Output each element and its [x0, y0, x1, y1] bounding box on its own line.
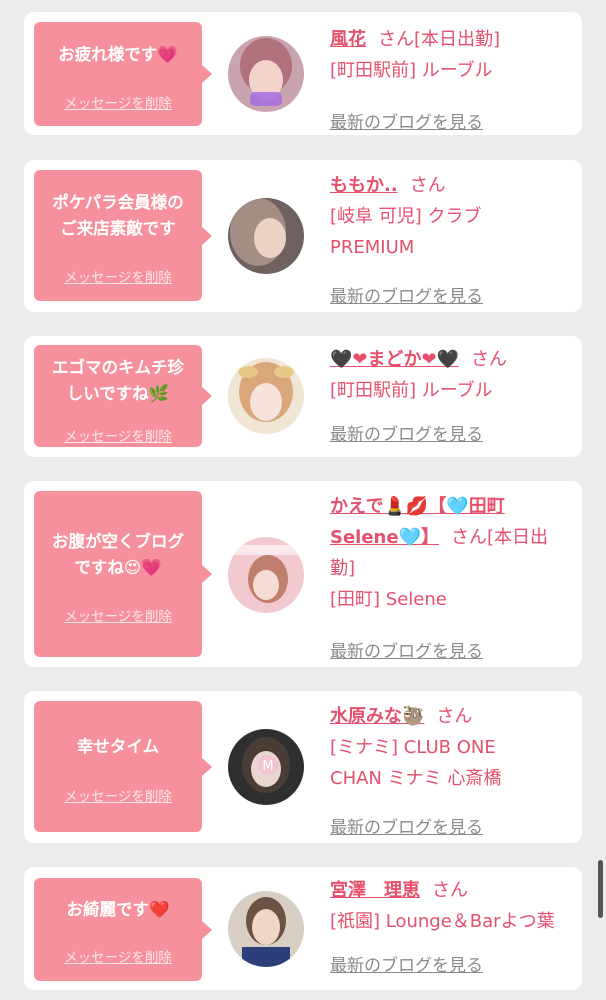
cast-info: 宮澤 理恵 さん [祇園] Lounge＆Barよつ葉 最新のブログを見る — [330, 875, 572, 976]
latest-blog-link[interactable]: 最新のブログを見る — [330, 637, 483, 668]
message-bubble: お腹が空くブログ ですね😍💗 メッセージを削除 — [34, 491, 212, 657]
san-suffix: さん — [378, 29, 414, 50]
shop-text: CHAN ミナミ 心斎橋 — [330, 768, 502, 789]
cast-info: 風花 さん[本日出勤] [町田駅前] ルーブル 最新のブログを見る — [330, 24, 572, 133]
latest-blog-link[interactable]: 最新のブログを見る — [330, 951, 483, 982]
latest-blog-link[interactable]: 最新のブログを見る — [330, 813, 483, 844]
avatar[interactable]: M — [228, 729, 304, 805]
cast-name-link[interactable]: かえで💄💋【🩵田町 — [330, 496, 505, 517]
avatar[interactable] — [228, 537, 304, 613]
message-bubble: ポケパラ会員様の ご来店素敵です メッセージを削除 — [34, 170, 212, 301]
latest-blog-link[interactable]: 最新のブログを見る — [330, 420, 483, 451]
san-suffix: さん — [409, 175, 446, 196]
message-text: エゴマのキムチ珍 しいですね🌿 — [52, 358, 184, 403]
message-card: お綺麗です❤️ メッセージを削除 宮澤 理恵 さん [祇園] Lounge＆Bar… — [24, 867, 582, 990]
message-bubble: 幸せタイム メッセージを削除 — [34, 701, 212, 832]
message-text: 幸せタイム — [76, 737, 160, 756]
delete-message-link[interactable]: メッセージを削除 — [34, 605, 202, 625]
latest-blog-link[interactable]: 最新のブログを見る — [330, 108, 483, 139]
shop-text: [祇園] Lounge＆Barよつ葉 — [330, 911, 555, 932]
message-card: ポケパラ会員様の ご来店素敵です メッセージを削除 ももか.. さん [岐阜 可児]… — [24, 160, 582, 312]
scrollbar[interactable] — [598, 860, 603, 918]
status-text: 勤] — [330, 558, 356, 579]
message-text: お綺麗です❤️ — [66, 900, 170, 919]
message-bubble: お綺麗です❤️ メッセージを削除 — [34, 878, 212, 981]
avatar[interactable] — [228, 36, 304, 112]
avatar[interactable] — [228, 198, 304, 274]
message-card: エゴマのキムチ珍 しいですね🌿 メッセージを削除 🖤❤まどか❤🖤 さん [町田駅前]… — [24, 336, 582, 457]
cast-name-link[interactable]: 水原みな🦥 — [330, 706, 424, 727]
delete-message-link[interactable]: メッセージを削除 — [34, 785, 202, 805]
cast-name-link[interactable]: 風花 — [330, 29, 366, 50]
message-bubble: お疲れ様です💗 メッセージを削除 — [34, 22, 212, 126]
delete-message-link[interactable]: メッセージを削除 — [34, 425, 202, 445]
delete-message-link[interactable]: メッセージを削除 — [34, 92, 202, 112]
san-suffix: さん — [471, 349, 507, 370]
avatar[interactable] — [228, 358, 304, 434]
delete-message-link[interactable]: メッセージを削除 — [34, 946, 202, 966]
message-card: お疲れ様です💗 メッセージを削除 風花 さん[本日出勤] [町田駅前] ルーブル … — [24, 12, 582, 135]
shop-text: [町田駅前] ルーブル — [330, 60, 493, 81]
shop-text: [ミナミ] CLUB ONE — [330, 737, 496, 758]
message-text: お疲れ様です💗 — [58, 45, 178, 64]
cast-name-link[interactable]: Selene🩵】 — [330, 527, 439, 548]
cast-info: 水原みな🦥 さん [ミナミ] CLUB ONE CHAN ミナミ 心斎橋 最新のブ… — [330, 701, 572, 838]
message-card: 幸せタイム メッセージを削除 M 水原みな🦥 さん [ミナミ] CLUB ONE … — [24, 691, 582, 843]
shop-text: [田町] Selene — [330, 589, 447, 610]
status-text: [本日出 — [486, 527, 549, 548]
message-text: お腹が空くブログ ですね😍💗 — [52, 532, 184, 577]
latest-blog-link[interactable]: 最新のブログを見る — [330, 282, 483, 313]
cast-name-link[interactable]: 🖤❤まどか❤🖤 — [330, 349, 459, 370]
cast-info: 🖤❤まどか❤🖤 さん [町田駅前] ルーブル 最新のブログを見る — [330, 344, 572, 445]
delete-message-link[interactable]: メッセージを削除 — [34, 266, 202, 286]
status-text: [本日出勤] — [414, 29, 501, 50]
shop-text: [町田駅前] ルーブル — [330, 380, 493, 401]
cast-info: ももか.. さん [岐阜 可児] クラブ PREMIUM 最新のブログを見る — [330, 170, 572, 307]
avatar[interactable] — [228, 891, 304, 967]
cast-name-link[interactable]: ももか.. — [330, 175, 398, 196]
message-text: ポケパラ会員様の ご来店素敵です — [52, 193, 184, 238]
cast-name-link[interactable]: 宮澤 理恵 — [330, 880, 420, 901]
san-suffix: さん — [436, 706, 473, 727]
message-card: お腹が空くブログ ですね😍💗 メッセージを削除 かえで💄💋【🩵田町 Selene🩵… — [24, 481, 582, 667]
san-suffix: さん — [450, 527, 487, 548]
svg-text:M: M — [262, 759, 273, 774]
cast-info: かえで💄💋【🩵田町 Selene🩵】 さん[本日出 勤] [田町] Selene … — [330, 491, 572, 662]
shop-text: [岐阜 可児] クラブ — [330, 206, 482, 227]
shop-text: PREMIUM — [330, 237, 415, 258]
message-bubble: エゴマのキムチ珍 しいですね🌿 メッセージを削除 — [34, 345, 212, 447]
san-suffix: さん — [432, 880, 468, 901]
